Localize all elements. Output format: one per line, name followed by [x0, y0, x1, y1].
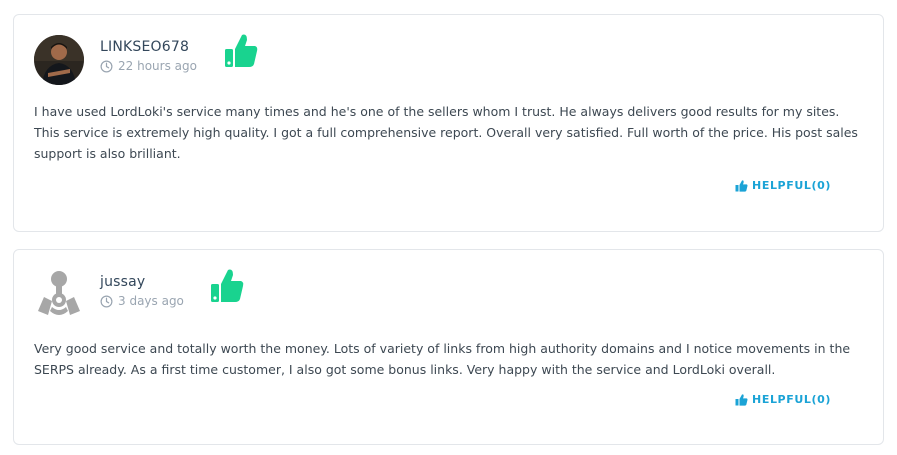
thumbs-up-icon: [225, 34, 258, 67]
thumbs-up-small-icon: [735, 179, 748, 192]
review-time: 3 days ago: [100, 294, 184, 308]
clock-icon: [100, 60, 113, 72]
review-text: Very good service and totally worth the …: [34, 341, 851, 377]
review-card: jussay 3 days ago Very good service and …: [13, 249, 884, 445]
review-card: LINKSEO678 22 hours ago I have used Lord…: [13, 14, 884, 232]
review-time: 22 hours ago: [100, 59, 197, 73]
review-time-text: 22 hours ago: [118, 59, 197, 73]
user-avatar-photo[interactable]: [34, 35, 84, 85]
default-avatar-icon[interactable]: [34, 267, 84, 317]
reviewer-username[interactable]: jussay: [100, 274, 145, 290]
helpful-label: HELPFUL(0): [752, 179, 831, 192]
thumbs-up-icon: [211, 269, 244, 302]
helpful-label: HELPFUL(0): [752, 393, 831, 406]
review-time-text: 3 days ago: [118, 294, 184, 308]
clock-icon: [100, 295, 113, 307]
helpful-button[interactable]: HELPFUL(0): [735, 179, 831, 192]
thumbs-up-small-icon: [735, 393, 748, 406]
reviewer-username[interactable]: LINKSEO678: [100, 39, 189, 55]
review-text: I have used LordLoki's service many time…: [34, 104, 858, 161]
helpful-button[interactable]: HELPFUL(0): [735, 393, 831, 406]
